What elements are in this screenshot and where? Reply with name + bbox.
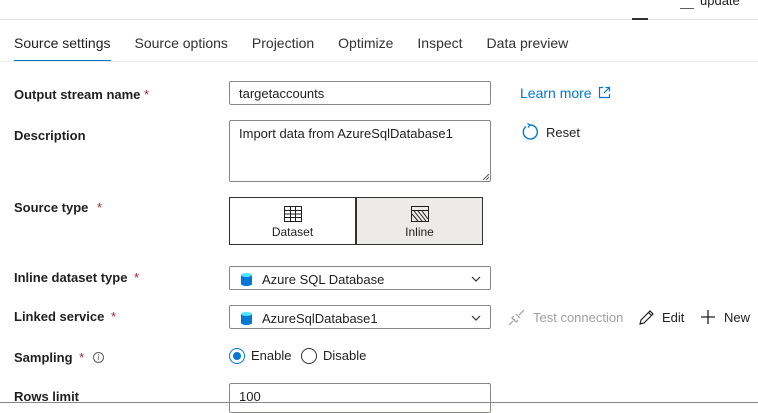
reset-icon (522, 123, 539, 140)
radio-unselected-icon (301, 348, 317, 364)
source-type-dataset-toggle[interactable]: Dataset (229, 197, 356, 245)
sampling-text: Sampling (14, 350, 73, 365)
sql-database-icon (241, 273, 252, 286)
tab-optimize[interactable]: Optimize (338, 35, 393, 59)
dataset-label: Dataset (271, 225, 314, 239)
update-label: update (700, 0, 740, 8)
pencil-icon (639, 310, 654, 325)
inline-dataset-type-dropdown[interactable]: Azure SQL Database (229, 266, 491, 290)
test-connection-button[interactable]: Test connection (508, 309, 624, 326)
bottom-border (0, 402, 758, 403)
radio-selected-icon (229, 348, 245, 364)
linked-service-dropdown[interactable]: AzureSqlDatabase1 (229, 305, 491, 329)
edit-label: Edit (662, 310, 685, 325)
inline-dataset-type-text: Inline dataset type (14, 270, 128, 285)
required-mark: * (144, 87, 150, 102)
enable-label: Enable (251, 348, 292, 363)
table-icon (283, 206, 302, 222)
source-type-inline-toggle[interactable]: Inline (356, 197, 483, 245)
info-icon[interactable]: i (92, 352, 104, 363)
tab-inspect[interactable]: Inspect (417, 35, 462, 59)
inline-dataset-type-value: Azure SQL Database (262, 272, 385, 287)
tab-divider (0, 61, 758, 62)
disable-label: Disable (323, 348, 367, 363)
inline-table-icon (410, 206, 429, 222)
tab-source-options[interactable]: Source options (135, 35, 228, 59)
chevron-down-icon (471, 276, 481, 282)
test-connection-label: Test connection (533, 310, 624, 325)
required-mark: * (97, 200, 103, 215)
description-label: Description (14, 128, 86, 143)
output-stream-name-input[interactable]: targetaccounts (229, 81, 491, 105)
learn-more-text: Learn more (520, 85, 592, 101)
inline-label: Inline (405, 225, 434, 239)
new-button[interactable]: New (700, 310, 750, 325)
output-stream-name-value: targetaccounts (239, 86, 325, 101)
reset-label: Reset (546, 125, 580, 140)
tab-data-preview[interactable]: Data preview (487, 35, 569, 59)
sampling-label: Sampling * i (14, 350, 104, 365)
new-label: New (724, 310, 751, 325)
external-link-icon (599, 86, 611, 99)
plus-icon (701, 310, 715, 324)
update-button[interactable]: update (678, 0, 758, 12)
settings-tabs: Source settings Source options Projectio… (14, 35, 592, 62)
chevron-down-icon (471, 315, 481, 321)
linked-service-label: Linked service * (14, 309, 116, 324)
rows-limit-input[interactable]: 100 (229, 383, 491, 413)
reset-button[interactable]: Reset (521, 123, 580, 140)
linked-service-text: Linked service (14, 309, 105, 324)
learn-more-link[interactable]: Learn more (520, 85, 611, 101)
required-mark: * (110, 309, 117, 324)
tab-projection[interactable]: Projection (252, 35, 314, 59)
plug-icon (508, 309, 525, 326)
required-mark: * (134, 270, 140, 285)
source-type-label: Source type * (14, 200, 102, 215)
tab-source-settings[interactable]: Source settings (14, 35, 111, 62)
sql-database-icon (241, 312, 252, 325)
minimize-icon[interactable] (632, 18, 648, 20)
inline-dataset-type-label: Inline dataset type * (14, 270, 139, 285)
update-icon (680, 0, 694, 9)
resize-grip-icon[interactable] (482, 173, 489, 180)
description-value: Import data from AzureSqlDatabase1 (239, 126, 453, 141)
source-type-text: Source type (14, 200, 89, 215)
required-mark: * (79, 350, 85, 365)
description-textarea[interactable]: Import data from AzureSqlDatabase1 (229, 120, 491, 182)
output-stream-name-label: Output stream name * (14, 87, 149, 102)
output-stream-name-text: Output stream name (14, 87, 141, 102)
linked-service-value: AzureSqlDatabase1 (262, 311, 378, 326)
edit-button[interactable]: Edit (638, 310, 684, 325)
